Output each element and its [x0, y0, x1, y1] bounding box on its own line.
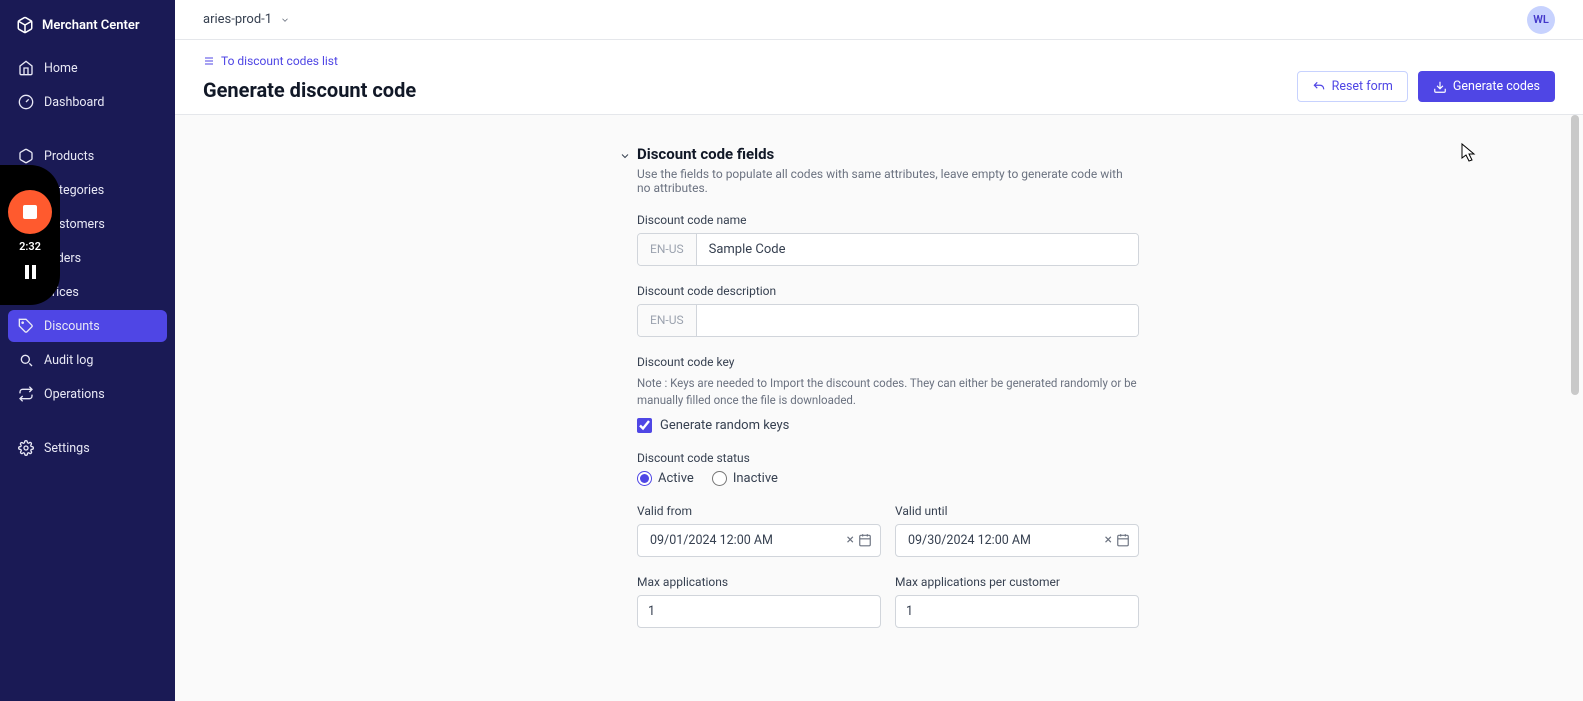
field-max-per-customer: Max applications per customer: [895, 575, 1139, 628]
undo-icon: [1312, 80, 1326, 94]
box-icon: [18, 148, 34, 164]
breadcrumb-text: To discount codes list: [221, 54, 338, 68]
brand-name: Merchant Center: [42, 18, 140, 33]
stop-recording-button[interactable]: [8, 190, 52, 234]
status-active-label: Active: [658, 471, 694, 486]
download-icon: [1433, 80, 1447, 94]
main: aries-prod-1 WL To discount codes list G…: [175, 0, 1583, 701]
calendar-icon[interactable]: [1116, 533, 1130, 547]
sidebar-item-discounts[interactable]: Discounts: [8, 310, 167, 342]
desc-input-group: EN-US: [637, 304, 1139, 337]
list-icon: [203, 55, 215, 67]
sidebar-item-operations[interactable]: Operations: [8, 378, 167, 410]
chevron-down-icon: [280, 15, 290, 25]
clear-icon[interactable]: ×: [843, 532, 858, 548]
sidebar-item-label: Operations: [44, 387, 105, 402]
field-valid-until: Valid until ×: [895, 504, 1139, 557]
project-name: aries-prod-1: [203, 12, 272, 27]
recording-time: 2:32: [19, 240, 41, 253]
field-max-applications: Max applications: [637, 575, 881, 628]
status-active-radio[interactable]: [637, 471, 652, 486]
section-title: Discount code fields: [637, 145, 774, 163]
discount-code-form: Discount code fields Use the fields to p…: [619, 145, 1139, 628]
status-label: Discount code status: [637, 451, 1139, 465]
search-list-icon: [18, 352, 34, 368]
max-cust-label: Max applications per customer: [895, 575, 1139, 589]
valid-from-input[interactable]: [646, 525, 843, 556]
tag-icon: [18, 318, 34, 334]
sidebar-item-label: Products: [44, 149, 94, 164]
gauge-icon: [18, 94, 34, 110]
valid-until-label: Valid until: [895, 504, 1139, 518]
calendar-icon[interactable]: [858, 533, 872, 547]
sidebar-item-label: Home: [44, 61, 78, 76]
key-note: Note : Keys are needed to Import the dis…: [637, 375, 1139, 410]
name-input[interactable]: [697, 234, 1138, 265]
sidebar: Merchant Center Home Dashboard Products …: [0, 0, 175, 701]
status-inactive-label: Inactive: [733, 471, 778, 486]
project-selector[interactable]: aries-prod-1: [203, 12, 290, 27]
field-valid-from: Valid from ×: [637, 504, 881, 557]
content-area: Discount code fields Use the fields to p…: [175, 115, 1583, 701]
subheader: To discount codes list Generate discount…: [175, 40, 1583, 115]
scrollbar-thumb[interactable]: [1571, 115, 1579, 395]
sidebar-item-dashboard[interactable]: Dashboard: [8, 86, 167, 118]
arrows-icon: [18, 386, 34, 402]
clear-icon[interactable]: ×: [1101, 532, 1116, 548]
name-label: Discount code name: [637, 213, 1139, 227]
section-header[interactable]: Discount code fields: [619, 145, 1139, 163]
page-actions: Reset form Generate codes: [1297, 71, 1555, 102]
locale-tag[interactable]: EN-US: [638, 305, 697, 336]
valid-until-input[interactable]: [904, 525, 1101, 556]
max-app-label: Max applications: [637, 575, 881, 589]
breadcrumb-back[interactable]: To discount codes list: [203, 54, 416, 68]
user-avatar[interactable]: WL: [1527, 6, 1555, 34]
description-input[interactable]: [697, 305, 1138, 336]
generate-keys-checkbox[interactable]: [637, 418, 652, 433]
name-input-group: EN-US: [637, 233, 1139, 266]
reset-form-button[interactable]: Reset form: [1297, 71, 1408, 102]
locale-tag[interactable]: EN-US: [638, 234, 697, 265]
pause-recording-button[interactable]: [22, 265, 38, 281]
valid-from-label: Valid from: [637, 504, 881, 518]
section-description: Use the fields to populate all codes wit…: [637, 167, 1139, 195]
sidebar-item-home[interactable]: Home: [8, 52, 167, 84]
field-description: Discount code description EN-US: [637, 284, 1139, 337]
max-per-customer-input[interactable]: [896, 596, 1138, 627]
valid-from-input-group: ×: [637, 524, 881, 557]
generate-keys-label: Generate random keys: [660, 418, 789, 433]
generate-label: Generate codes: [1453, 79, 1540, 94]
key-label: Discount code key: [637, 355, 1139, 369]
field-status: Discount code status Active Inactive: [637, 451, 1139, 486]
sidebar-item-label: Dashboard: [44, 95, 104, 110]
sidebar-item-label: Discounts: [44, 319, 100, 334]
status-radio-group: Active Inactive: [637, 471, 1139, 486]
field-name: Discount code name EN-US: [637, 213, 1139, 266]
topbar: aries-prod-1 WL: [175, 0, 1583, 40]
scrollbar[interactable]: [1569, 115, 1581, 701]
brand: Merchant Center: [0, 8, 175, 42]
valid-until-input-group: ×: [895, 524, 1139, 557]
sidebar-item-audit-log[interactable]: Audit log: [8, 344, 167, 376]
max-applications-input[interactable]: [638, 596, 880, 627]
cube-icon: [16, 16, 34, 34]
field-key: Discount code key Note : Keys are needed…: [637, 355, 1139, 433]
chevron-down-icon: [619, 150, 631, 162]
stop-icon: [23, 205, 37, 219]
home-icon: [18, 60, 34, 76]
status-inactive-radio[interactable]: [712, 471, 727, 486]
generate-keys-checkbox-row: Generate random keys: [637, 418, 1139, 433]
recording-widget: 2:32: [0, 165, 60, 305]
gear-icon: [18, 440, 34, 456]
desc-label: Discount code description: [637, 284, 1139, 298]
sidebar-item-label: Settings: [44, 441, 90, 456]
generate-codes-button[interactable]: Generate codes: [1418, 71, 1555, 102]
page-title: Generate discount code: [203, 78, 416, 102]
sidebar-item-settings[interactable]: Settings: [8, 432, 167, 464]
reset-label: Reset form: [1332, 79, 1393, 94]
sidebar-item-label: Audit log: [44, 353, 93, 368]
